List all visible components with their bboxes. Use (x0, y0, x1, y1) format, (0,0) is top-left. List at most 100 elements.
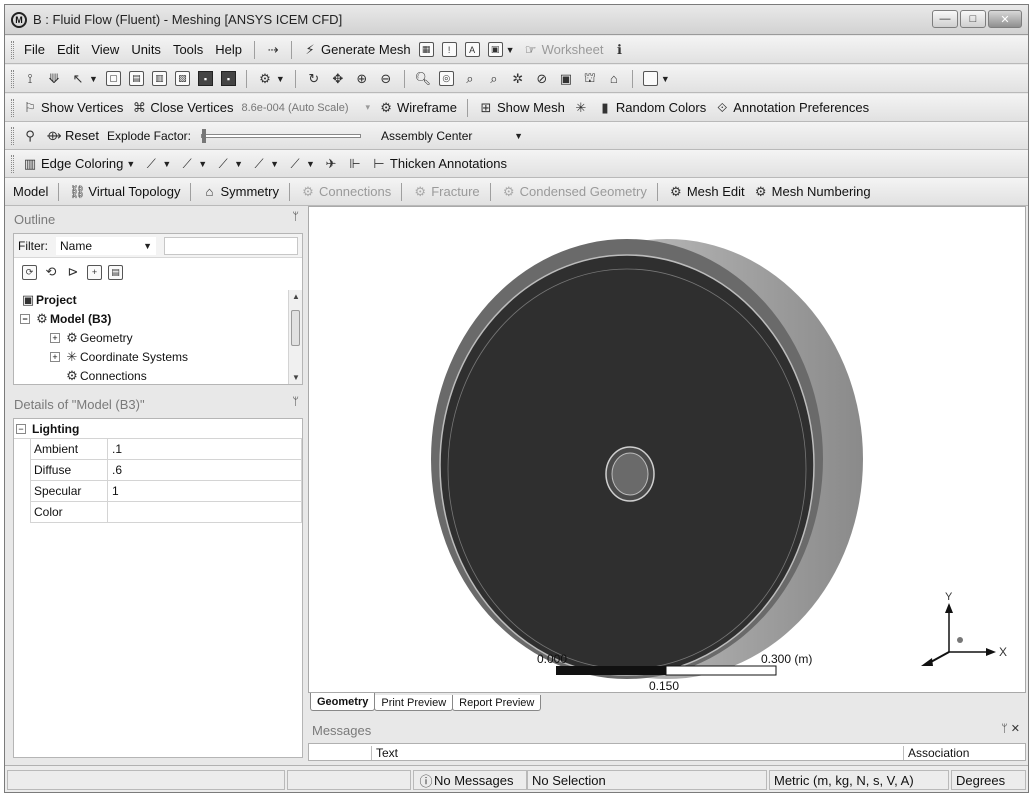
annotation-toggle-button[interactable]: ✳ (569, 97, 593, 119)
filter-tree-icon[interactable]: ▤ (108, 264, 123, 280)
hub-inner[interactable] (611, 452, 649, 496)
tree-item-model[interactable]: − ⚙ Model (B3) (20, 309, 188, 328)
show-mesh-button[interactable]: ⊞ Show Mesh (474, 97, 569, 119)
axis-triad[interactable]: Y X (921, 591, 1007, 666)
graphics-viewport[interactable]: 0.000 0.300 (m) 0.150 Y X (308, 206, 1026, 693)
tree-item-coordinate-systems[interactable]: + ✳ Coordinate Systems (20, 347, 188, 366)
mesh-edit-button[interactable]: ⚙ Mesh Edit (664, 181, 749, 203)
menu-view[interactable]: View (85, 42, 125, 57)
scroll-thumb[interactable] (291, 310, 300, 346)
thicken-annotations-button[interactable]: ⊢ Thicken Annotations (367, 153, 511, 175)
pin-icon[interactable]: ᛘ (292, 211, 299, 223)
connections-button[interactable]: ⚙ Connections (296, 181, 395, 203)
condensed-geometry-button[interactable]: ⚙ Condensed Geometry (497, 181, 651, 203)
select-node-button[interactable]: ▪ (217, 68, 240, 90)
label-button[interactable]: ⌂ (602, 68, 626, 90)
tab-report-preview[interactable]: Report Preview (452, 695, 542, 711)
menu-units[interactable]: Units (125, 42, 167, 57)
image-dropdown-button[interactable]: ▣ ▼ (484, 39, 519, 61)
model-canvas[interactable]: 0.000 0.300 (m) 0.150 Y X (309, 207, 1026, 693)
outline-scrollbar[interactable]: ▲ ▼ (288, 290, 302, 384)
explode-view-button[interactable]: ⚲ (18, 125, 42, 147)
slider-thumb[interactable] (202, 128, 207, 143)
filter-search-input[interactable] (164, 236, 298, 255)
toolbar-grip[interactable] (11, 154, 14, 173)
rotate-button[interactable]: ↻ (302, 68, 326, 90)
toolbar-grip[interactable] (11, 126, 14, 145)
show-errors-button[interactable]: ! (438, 39, 461, 61)
pan-button[interactable]: ✥ (326, 68, 350, 90)
expand-all-icon[interactable]: ⟳ (22, 264, 37, 280)
select-mode-button[interactable]: ⟱ (42, 68, 66, 90)
next-view-button[interactable]: ⌕ (482, 68, 506, 90)
section-plane-button[interactable]: ⛫ (578, 68, 602, 90)
magnifier-window-button[interactable]: ◎ (435, 68, 458, 90)
fracture-button[interactable]: ⚙ Fracture (408, 181, 483, 203)
column-header-text[interactable]: Text (371, 746, 398, 760)
messages-pane-controls[interactable]: ᛘ ✕ (1001, 722, 1020, 735)
toolbar-grip[interactable] (11, 40, 14, 59)
maximize-button[interactable]: □ (960, 10, 986, 28)
status-angle[interactable]: Degrees (951, 770, 1026, 790)
filter-dropdown[interactable]: Name ▼ (56, 236, 156, 255)
plus-box-icon[interactable]: + (87, 264, 102, 280)
menu-edit[interactable]: Edit (51, 42, 85, 57)
previous-view-button[interactable]: ⌕ (458, 68, 482, 90)
extend-dropdown-button[interactable]: ⚙ ▼ (253, 68, 289, 90)
details-row-specular[interactable]: Specular 1 (14, 481, 302, 502)
column-header-association[interactable]: Association (903, 746, 969, 760)
edge-direction-button[interactable]: ✈ (319, 153, 343, 175)
explode-factor-slider[interactable] (201, 128, 362, 143)
select-body-button[interactable]: ▧ (171, 68, 194, 90)
annotation-text-button[interactable]: A (461, 39, 484, 61)
zoom-to-fit-button[interactable]: 🔍︎ (411, 68, 435, 90)
property-value[interactable]: .6 (108, 460, 302, 481)
mesh-numbering-button[interactable]: ⚙ Mesh Numbering (749, 181, 875, 203)
status-messages[interactable]: ⓘ No Messages (413, 770, 527, 790)
edge-coloring-dropdown[interactable]: ▥ Edge Coloring ▼ (18, 153, 139, 175)
preview-button[interactable]: ▦ (415, 39, 438, 61)
select-point-button[interactable]: ⟟ (18, 68, 42, 90)
property-value[interactable]: .1 (108, 439, 302, 460)
select-element-button[interactable]: ▪ (194, 68, 217, 90)
assembly-center-dropdown[interactable]: Assembly Center ▼ (377, 126, 527, 146)
tree-item-project[interactable]: ▣ Project (20, 290, 188, 309)
property-value[interactable] (108, 502, 302, 523)
select-edge-button[interactable]: ▤ (125, 68, 148, 90)
menu-help[interactable]: Help (209, 42, 248, 57)
random-colors-button[interactable]: ▮ Random Colors (593, 97, 710, 119)
expand-children-icon[interactable]: ⊳ (65, 264, 81, 280)
annotation-preferences-button[interactable]: ⟐ Annotation Preferences (710, 97, 873, 119)
context-help-button[interactable]: ℹ (607, 39, 631, 61)
details-row-ambient[interactable]: Ambient .1 (14, 439, 302, 460)
edge-style-5-dropdown[interactable]: ⟋ ▼ (283, 153, 319, 175)
tree-item-geometry[interactable]: + ⚙ Geometry (20, 328, 188, 347)
collapse-icon[interactable]: − (16, 423, 26, 434)
reset-button[interactable]: ⟴ Reset (42, 125, 103, 147)
expand-icon[interactable]: + (50, 332, 60, 343)
edge-joints-button[interactable]: ⊩ (343, 153, 367, 175)
select-vertex-button[interactable]: ▢ (102, 68, 125, 90)
show-vertices-button[interactable]: ⚐ Show Vertices (18, 97, 127, 119)
scale-combo[interactable]: 8.6e-004 (Auto Scale) ▾ (237, 97, 374, 119)
close-button[interactable]: ✕ (988, 10, 1022, 28)
menu-file[interactable]: File (18, 42, 51, 57)
collapse-icon[interactable]: ⟲ (43, 264, 59, 280)
tab-geometry[interactable]: Geometry (310, 693, 376, 711)
toolbar-grip[interactable] (11, 69, 14, 88)
viewport-dropdown-button[interactable]: ▼ (639, 68, 674, 90)
wireframe-button[interactable]: ⚙ Wireframe (374, 97, 461, 119)
symmetry-button[interactable]: ⌂ Symmetry (197, 181, 283, 203)
collapse-icon[interactable]: − (20, 313, 30, 324)
minimize-button[interactable]: — (932, 10, 958, 28)
menu-tools[interactable]: Tools (167, 42, 209, 57)
toolbar-grip[interactable] (11, 98, 14, 117)
generate-mesh-button[interactable]: ⚡ Generate Mesh (298, 39, 415, 61)
property-value[interactable]: 1 (108, 481, 302, 502)
edge-style-4-dropdown[interactable]: ⟋ ▼ (247, 153, 283, 175)
update-icon-button[interactable]: ⇢ (261, 39, 285, 61)
edge-style-3-dropdown[interactable]: ⟋ ▼ (211, 153, 247, 175)
status-units[interactable]: Metric (m, kg, N, s, V, A) (769, 770, 949, 790)
zoom-button[interactable]: ⊕ (350, 68, 374, 90)
tree-item-connections[interactable]: ⚙ Connections (20, 366, 188, 385)
